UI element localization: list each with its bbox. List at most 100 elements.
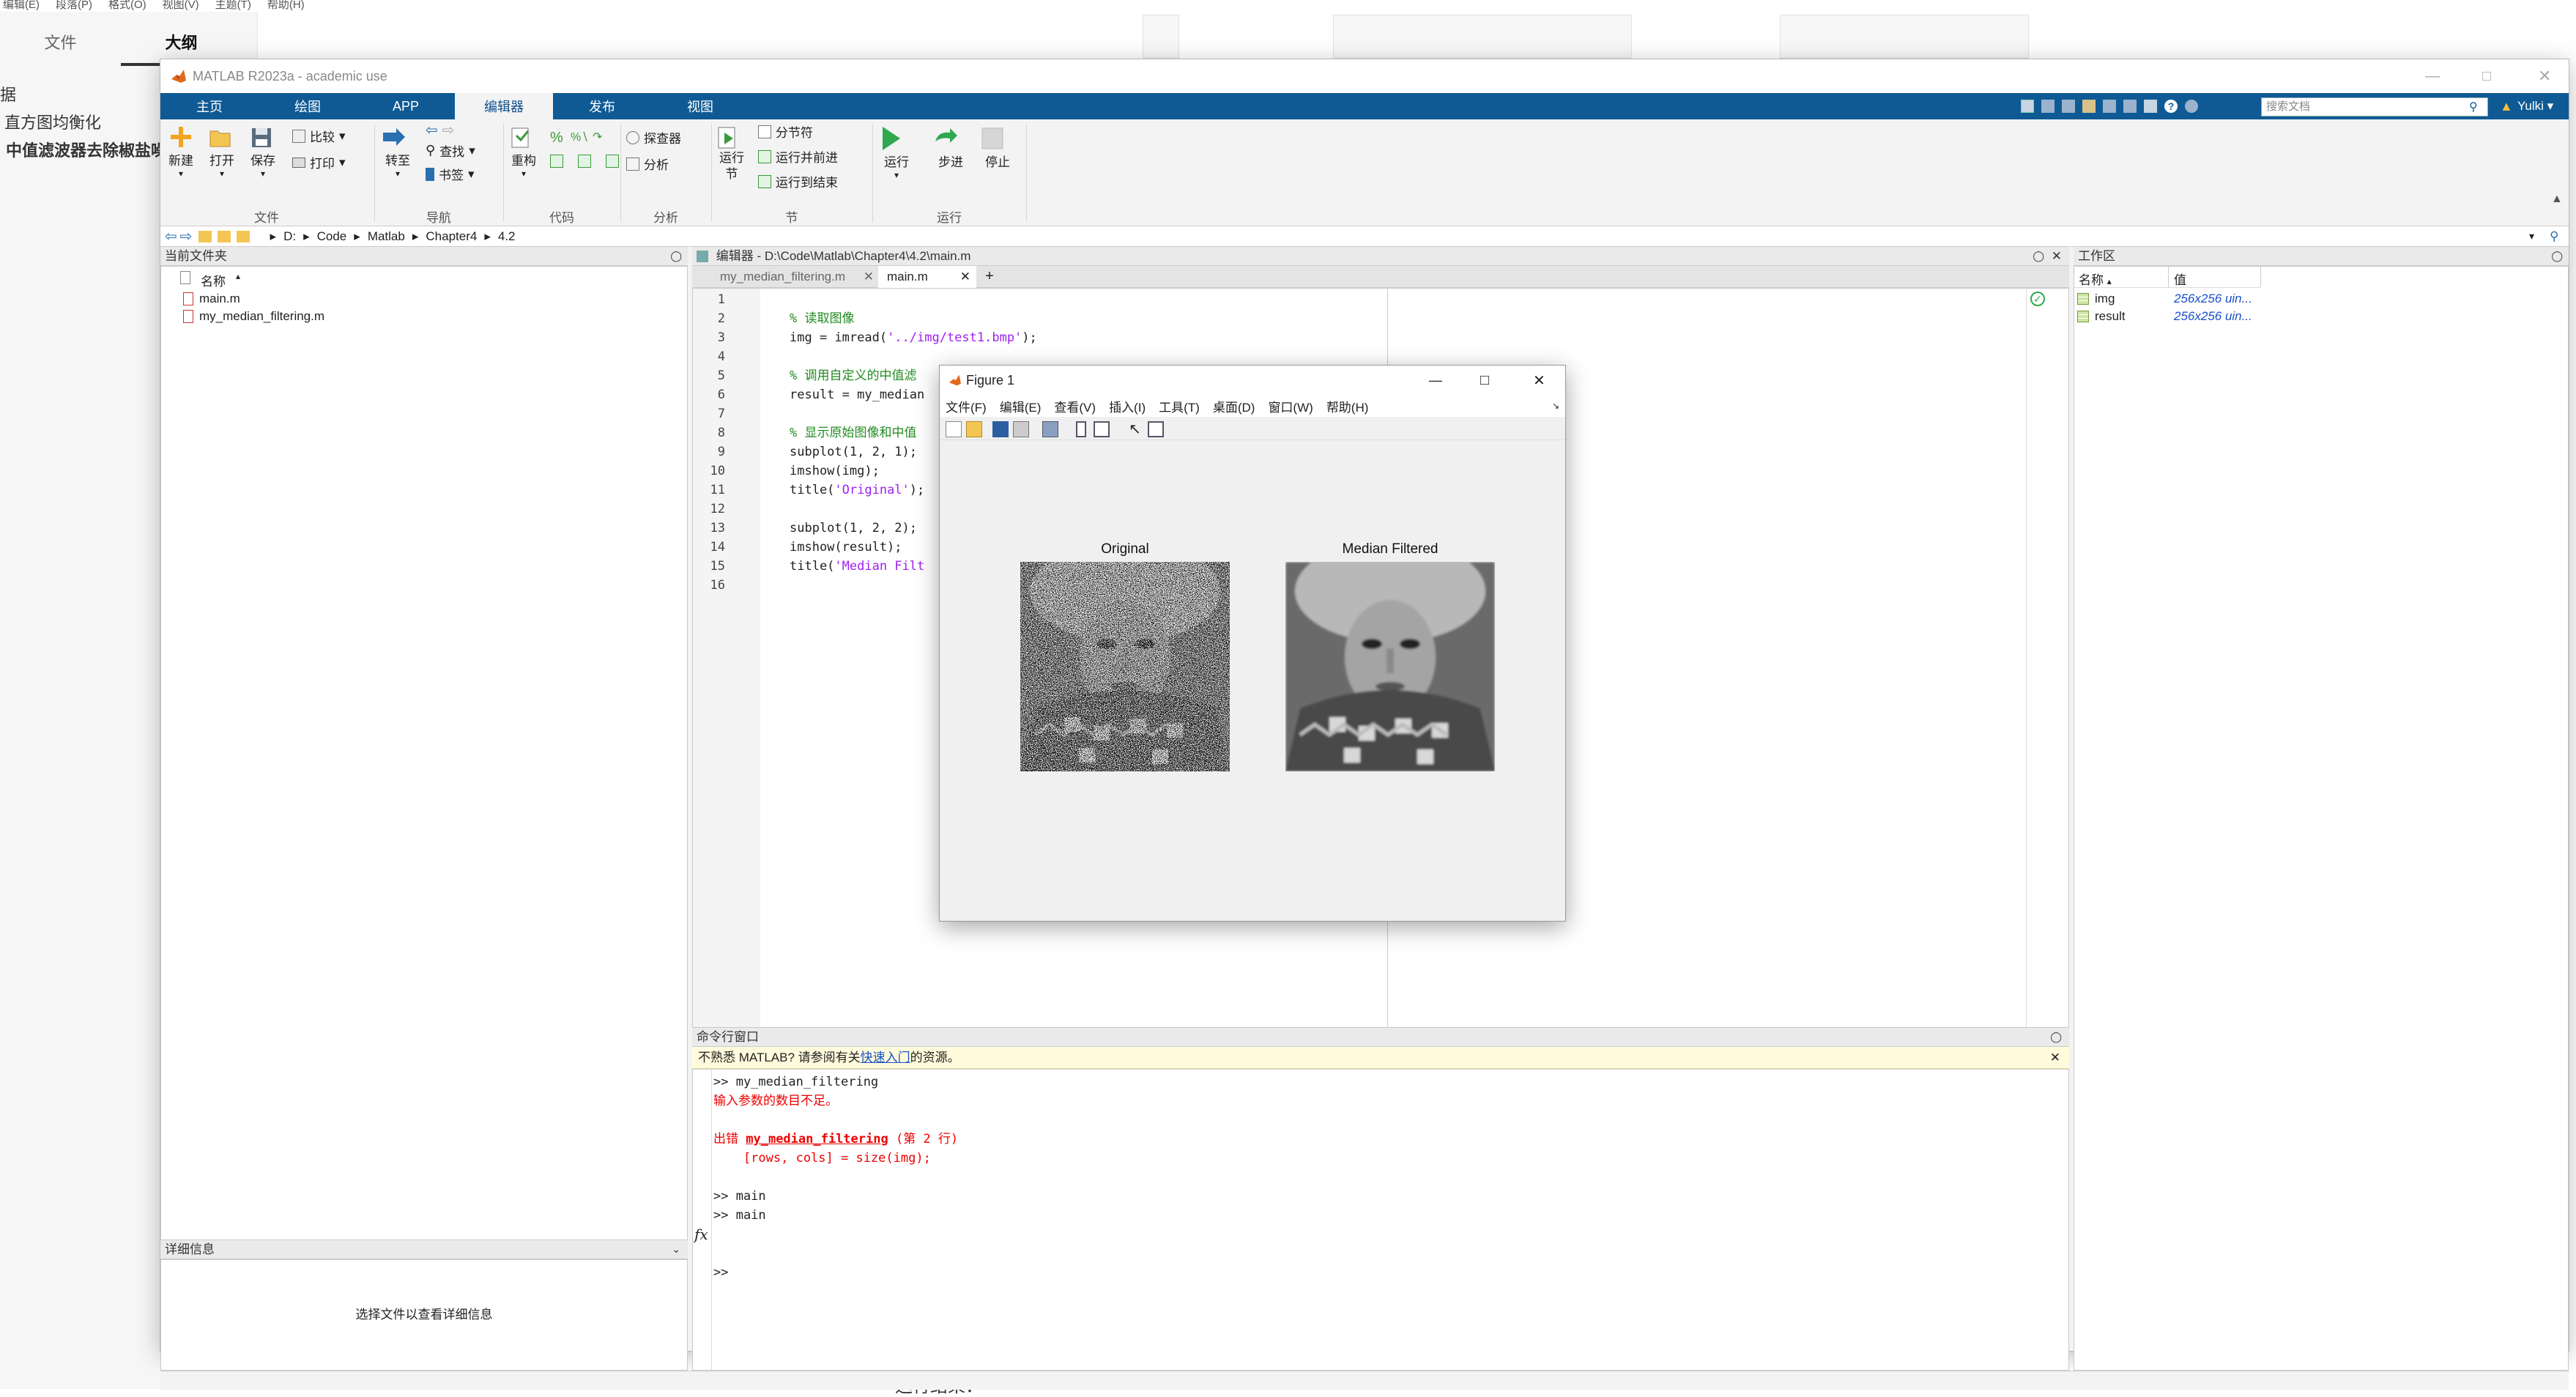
bookmark-button[interactable]: 书签 ▾ xyxy=(426,165,475,183)
comment-button[interactable]: % xyxy=(550,130,563,147)
chevron-down-icon[interactable]: ▾ xyxy=(2529,230,2534,242)
figure-menu-item[interactable]: 插入(I) xyxy=(1109,397,1146,415)
panel-menu-icon[interactable]: ◯ xyxy=(2050,1028,2062,1046)
scrollbar-track[interactable] xyxy=(2026,289,2027,1027)
column-header-name[interactable]: 名称 ▴ xyxy=(180,271,240,289)
save-figure-icon[interactable] xyxy=(992,421,1009,437)
workspace-var-row[interactable]: result 256x256 uin... xyxy=(2077,309,2252,324)
dock-icon[interactable]: ↘ xyxy=(1552,401,1559,411)
open-button[interactable]: 打开 ▾ xyxy=(209,125,235,179)
search-icon[interactable]: ⚲ xyxy=(2550,229,2558,244)
line-number[interactable]: 8 xyxy=(693,423,725,442)
original-image[interactable] xyxy=(1020,562,1230,771)
close-icon[interactable]: ✕ xyxy=(2050,1047,2060,1069)
minimize-icon[interactable]: — xyxy=(2425,68,2440,85)
line-number[interactable]: 15 xyxy=(693,557,725,576)
back-icon[interactable]: ⇦ xyxy=(165,227,177,245)
line-number[interactable]: 3 xyxy=(693,328,725,347)
line-number[interactable]: 4 xyxy=(693,347,725,366)
line-number[interactable]: 10 xyxy=(693,462,725,481)
close-icon[interactable]: ✕ xyxy=(2538,67,2551,86)
wrap-comments-button[interactable]: ↷ xyxy=(593,130,602,144)
save-icon[interactable] xyxy=(2021,100,2034,113)
run-to-end-button[interactable]: 运行到结束 xyxy=(758,172,838,190)
tab-home[interactable]: 主页 xyxy=(160,93,259,119)
link-plot-icon[interactable] xyxy=(1042,421,1058,437)
line-number[interactable]: 5 xyxy=(693,366,725,385)
goto-button[interactable]: 转至 ▾ xyxy=(382,125,414,179)
back-forward-buttons[interactable]: ⇦ ⇨ xyxy=(426,121,455,139)
close-icon[interactable]: ✕ xyxy=(2052,247,2062,265)
quick-start-link[interactable]: 快速入门 xyxy=(861,1050,910,1064)
paste-icon[interactable] xyxy=(2082,100,2096,113)
panel-menu-icon[interactable]: ◯ xyxy=(2033,247,2044,265)
bg-menu-item[interactable]: 视图(V) xyxy=(163,0,199,12)
cut-icon[interactable] xyxy=(2041,100,2055,113)
figure-menu-item[interactable]: 桌面(D) xyxy=(1213,397,1255,415)
back-icon[interactable]: ⇦ xyxy=(426,121,438,139)
line-number[interactable]: 12 xyxy=(693,500,725,519)
column-divider[interactable] xyxy=(2260,267,2261,287)
run-section-button[interactable]: 运行节 xyxy=(716,125,748,182)
line-number[interactable]: 11 xyxy=(693,481,725,500)
pointer-icon[interactable]: ↖ xyxy=(1129,421,1145,437)
run-and-advance-button[interactable]: 运行并前进 xyxy=(758,147,838,166)
maximize-icon[interactable]: □ xyxy=(1480,372,1489,389)
workspace-var-row[interactable]: img 256x256 uin... xyxy=(2077,292,2252,306)
community-icon[interactable] xyxy=(2185,100,2198,113)
forward-icon[interactable]: ⇨ xyxy=(442,121,455,139)
compare-button[interactable]: 比较 ▾ xyxy=(292,127,346,145)
workspace-column-value[interactable]: 值 xyxy=(2174,270,2186,288)
line-number[interactable]: 16 xyxy=(693,576,725,595)
code-analyzer-ok-icon[interactable]: ✓ xyxy=(2030,292,2045,306)
maximize-icon[interactable]: □ xyxy=(2482,68,2491,85)
open-file-icon[interactable] xyxy=(966,421,982,437)
breadcrumb-item[interactable]: D: xyxy=(283,229,296,244)
breadcrumb-item[interactable]: Matlab xyxy=(368,229,405,244)
tab-publish[interactable]: 发布 xyxy=(553,93,651,119)
line-number[interactable]: 9 xyxy=(693,442,725,462)
refactor-button[interactable]: 重构 ▾ xyxy=(508,125,540,179)
property-inspector-icon[interactable] xyxy=(1148,421,1164,437)
figure-menu-item[interactable]: 帮助(H) xyxy=(1326,397,1369,415)
command-prompt-line[interactable]: fx >> xyxy=(693,1225,2041,1280)
file-item[interactable]: my_median_filtering.m xyxy=(183,309,324,324)
analyze-button[interactable]: 分析 xyxy=(626,155,669,173)
forward-icon[interactable]: ⇨ xyxy=(180,227,193,245)
legend-icon[interactable] xyxy=(1094,421,1110,437)
bg-menu-item[interactable]: 主题(T) xyxy=(215,0,251,12)
editor-tab-active[interactable]: main.m ✕ xyxy=(878,266,976,288)
workspace-column-name[interactable]: 名称 ▴ xyxy=(2079,270,2112,288)
redo-icon[interactable] xyxy=(2123,100,2137,113)
bg-outline-item[interactable]: 直方图均衡化 xyxy=(4,110,101,133)
colorbar-icon[interactable] xyxy=(1076,421,1086,437)
browse-folder-icon[interactable] xyxy=(217,230,231,242)
tab-editor[interactable]: 编辑器 xyxy=(455,93,553,119)
figure-menu-item[interactable]: 窗口(W) xyxy=(1268,397,1313,415)
quick-access-toolbar[interactable]: ? xyxy=(2021,97,2255,115)
bg-outline-item[interactable]: 据 xyxy=(0,82,16,105)
up-folder-icon[interactable] xyxy=(198,230,212,242)
panel-menu-icon[interactable]: ◯ xyxy=(2551,247,2563,265)
line-number[interactable]: 1 xyxy=(693,290,725,309)
breadcrumb-item[interactable]: Chapter4 xyxy=(426,229,477,244)
figure-menu-item[interactable]: 编辑(E) xyxy=(1000,397,1042,415)
close-icon[interactable]: ✕ xyxy=(1533,371,1545,390)
search-icon[interactable]: ⚲ xyxy=(2469,100,2478,114)
uncomment-button[interactable]: %∖ xyxy=(571,130,588,144)
file-item[interactable]: main.m xyxy=(183,292,240,306)
breadcrumb-item[interactable]: 4.2 xyxy=(498,229,516,244)
print-figure-icon[interactable] xyxy=(1013,421,1029,437)
bg-menu-item[interactable]: 段落(P) xyxy=(56,0,92,12)
minimize-icon[interactable]: — xyxy=(1429,373,1442,388)
profiler-button[interactable]: 探查器 xyxy=(626,128,681,147)
bg-menu-item[interactable]: 编辑(E) xyxy=(3,0,40,12)
section-break-button[interactable]: 分节符 xyxy=(758,122,813,141)
line-number[interactable]: 14 xyxy=(693,538,725,557)
undo-icon[interactable] xyxy=(2103,100,2116,113)
indent-buttons[interactable] xyxy=(550,155,619,168)
bg-menu-item[interactable]: 帮助(H) xyxy=(267,0,305,12)
help-icon[interactable]: ? xyxy=(2164,100,2178,113)
copy-icon[interactable] xyxy=(2062,100,2075,113)
tab-apps[interactable]: APP xyxy=(357,93,455,119)
